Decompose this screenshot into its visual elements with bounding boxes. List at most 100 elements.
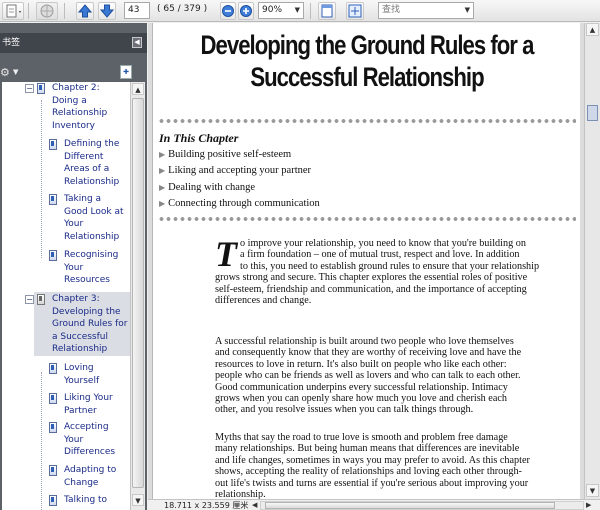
- single-page-icon: [321, 4, 333, 18]
- bookmark-label-line: Relationship: [64, 176, 120, 187]
- chapter-list-item-text: Liking and accepting your partner: [168, 165, 312, 176]
- bookmark-label-line: Change: [64, 477, 99, 488]
- page-number-input[interactable]: 43: [124, 2, 150, 19]
- scrollbar-thumb[interactable]: [265, 502, 555, 509]
- paragraph-1: T o improve your relationship, you need …: [215, 236, 567, 307]
- bookmark-label-line: Recognising: [64, 250, 119, 260]
- fit-page-button[interactable]: [346, 2, 364, 20]
- search-placeholder: 查找: [382, 5, 401, 15]
- triangle-bullet-icon: ▶: [159, 150, 166, 159]
- bookmark-talking-to[interactable]: Talking to: [64, 494, 128, 507]
- collapse-icon[interactable]: −: [25, 84, 34, 93]
- bookmark-label-line: Chapter 2:: [52, 83, 100, 93]
- collapse-panel-button[interactable]: ◀: [132, 37, 142, 48]
- bookmark-label-line: Your: [64, 262, 84, 273]
- bookmark-label-line: Adapting to: [64, 465, 117, 475]
- bookmark-icon: [49, 139, 57, 150]
- new-bookmark-button[interactable]: ✚: [120, 65, 132, 79]
- bookmark-defining-areas[interactable]: Defining the Different Areas of a Relati…: [64, 138, 128, 188]
- chapter-list-item: ▶ Liking and accepting your partner: [159, 165, 311, 176]
- bookmark-label-line: Developing the: [52, 306, 121, 317]
- bookmark-good-look[interactable]: Taking a Good Look at Your Relationship: [64, 193, 128, 243]
- text-line: relationship.: [215, 489, 266, 499]
- text-line: and life changes, sometimes in ways you …: [215, 454, 530, 466]
- chapter-list-item-text: Building positive self-esteem: [168, 149, 292, 160]
- collapse-icon[interactable]: −: [25, 295, 34, 304]
- chapter-title-line: Successful Relationship: [250, 62, 484, 92]
- single-page-button[interactable]: [318, 2, 336, 20]
- bookmark-accepting-differences[interactable]: Accepting Your Differences: [64, 421, 128, 459]
- text-line: differences and change.: [215, 295, 312, 307]
- bookmark-label-line: Talking to: [64, 495, 108, 505]
- bookmark-icon: [49, 495, 57, 506]
- zoom-out-button[interactable]: [220, 2, 236, 20]
- bookmark-label-line: Your: [64, 219, 84, 229]
- bookmark-label-line: Areas of a: [64, 164, 110, 174]
- text-line: a firm foundation – one of mutual trust,…: [240, 249, 520, 261]
- horizontal-scrollbar[interactable]: [260, 501, 584, 510]
- bookmark-scrollbar[interactable]: ▲ ▼: [130, 82, 145, 510]
- arrow-up-icon: [77, 4, 93, 18]
- zoom-in-icon: [240, 5, 252, 17]
- bookmark-loving-yourself[interactable]: Loving Yourself: [64, 362, 128, 387]
- bookmark-label-line: Ground Rules for: [52, 319, 128, 329]
- scroll-right-icon[interactable]: ▶: [586, 500, 591, 510]
- bookmark-icon: [49, 393, 57, 404]
- text-line: o improve your relationship, you need to…: [240, 238, 526, 249]
- zoom-in-button[interactable]: [238, 2, 254, 20]
- bookmark-label-line: Chapter 3:: [52, 294, 100, 304]
- chevron-down-icon: ▼: [464, 6, 470, 14]
- bookmark-recognising-resources[interactable]: Recognising Your Resources: [64, 249, 128, 287]
- chevron-down-icon[interactable]: ▼: [13, 68, 18, 76]
- bookmark-tree: − Chapter 2: Doing a Relationship Invent…: [2, 82, 130, 510]
- bookmarks-title: 书签: [2, 38, 21, 48]
- hand-tool-button[interactable]: [36, 2, 58, 20]
- text-line: Myths that say the road to true love is …: [215, 432, 508, 443]
- zoom-select[interactable]: 90% ▼: [258, 2, 304, 19]
- dotted-divider: [158, 217, 576, 221]
- next-page-button[interactable]: [98, 2, 116, 20]
- bookmark-label-line: Inventory: [52, 120, 95, 131]
- bookmark-label-line: Resources: [64, 275, 110, 285]
- text-line: resources to love in return. It's also b…: [215, 358, 507, 370]
- bookmark-liking-partner[interactable]: Liking Your Partner: [64, 392, 128, 417]
- text-line: Good communication underpins every succe…: [215, 381, 508, 393]
- gear-icon[interactable]: ⚙: [0, 66, 10, 79]
- bookmark-label-line: Relationship: [64, 231, 120, 242]
- chapter-title: Developing the Ground Rules for a Succes…: [192, 29, 543, 93]
- scrollbar-thumb[interactable]: [587, 105, 598, 121]
- bookmark-icon: [49, 363, 57, 374]
- bookmark-icon: [49, 422, 57, 433]
- bookmark-add-icon: ✚: [123, 68, 129, 76]
- chapter-list-item-text: Dealing with change: [168, 182, 256, 193]
- paragraph-3: Myths that say the road to true love is …: [215, 432, 567, 499]
- bookmark-chapter-2[interactable]: Chapter 2: Doing a Relationship Inventor…: [52, 82, 128, 132]
- zoom-value: 90%: [262, 5, 283, 15]
- document-page: Developing the Ground Rules for a Succes…: [152, 23, 580, 499]
- bookmark-label-line: Accepting: [64, 422, 109, 432]
- chapter-list-item-text: Connecting through communication: [168, 198, 320, 209]
- scrollbar-thumb[interactable]: [132, 98, 144, 488]
- search-input[interactable]: 查找 ▼: [378, 2, 474, 19]
- previous-page-button[interactable]: [76, 2, 94, 20]
- bookmark-label-line: a Successful: [52, 331, 108, 342]
- document-icon: [6, 4, 21, 18]
- tree-guide-line: [41, 372, 42, 510]
- toolbar: 43 ( 65 / 379 ) 90% ▼ 查找 ▼: [0, 0, 600, 22]
- paragraph-2: A successful relationship is built aroun…: [215, 336, 567, 416]
- scroll-up-icon[interactable]: ▲: [586, 23, 599, 36]
- document-scrollbar[interactable]: ▲ ▼: [584, 23, 600, 499]
- scroll-up-icon[interactable]: ▲: [132, 83, 144, 95]
- bookmark-label-line: Relationship: [52, 108, 108, 118]
- bookmark-adapting-change[interactable]: Adapting to Change: [64, 464, 128, 489]
- tools-menu-button[interactable]: [2, 2, 24, 20]
- bookmark-chapter-3[interactable]: Chapter 3: Developing the Ground Rules f…: [52, 293, 130, 356]
- tree-guide-line: [41, 100, 42, 258]
- in-this-chapter-heading: In This Chapter: [159, 131, 239, 145]
- bookmark-label-line: Liking Your: [64, 393, 113, 403]
- scroll-down-icon[interactable]: ▼: [132, 494, 144, 506]
- scroll-down-icon[interactable]: ▼: [586, 484, 599, 497]
- scroll-left-icon[interactable]: ◀: [252, 500, 257, 510]
- bookmark-label-line: Yourself: [64, 375, 100, 386]
- chapter-list-item: ▶ Connecting through communication: [159, 198, 320, 209]
